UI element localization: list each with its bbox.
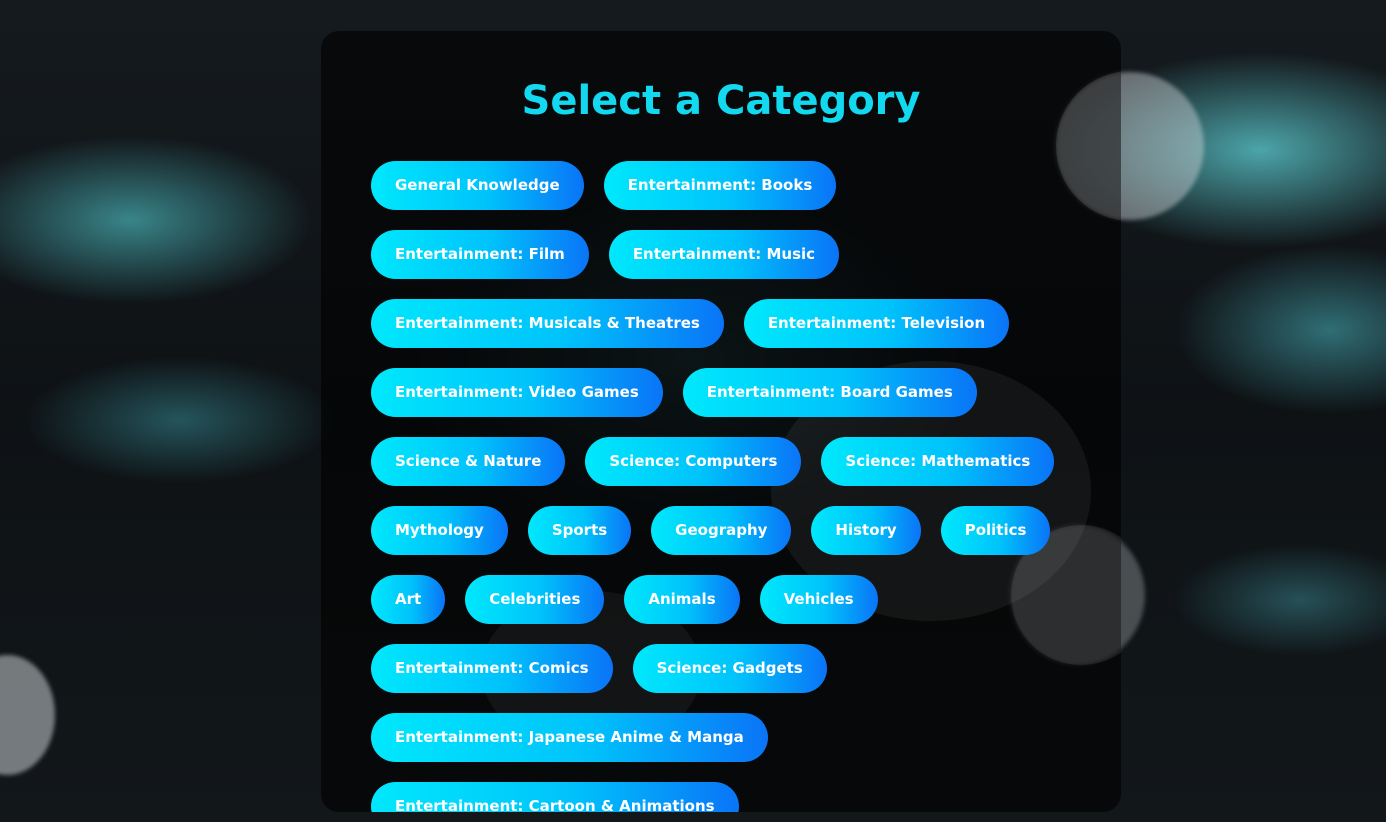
bokeh-light <box>0 655 55 775</box>
category-button-entertainment-board-games[interactable]: Entertainment: Board Games <box>682 368 977 417</box>
category-button-art[interactable]: Art <box>371 575 446 624</box>
category-button-entertainment-comics[interactable]: Entertainment: Comics <box>371 644 613 693</box>
category-button-entertainment-cartoon-animations[interactable]: Entertainment: Cartoon & Animations <box>371 782 739 812</box>
category-button-science-nature[interactable]: Science & Nature <box>371 437 566 486</box>
category-button-vehicles[interactable]: Vehicles <box>759 575 878 624</box>
page-title: Select a Category <box>521 78 921 124</box>
category-button-entertainment-video-games[interactable]: Entertainment: Video Games <box>371 368 663 417</box>
category-button-entertainment-japanese-anime-manga[interactable]: Entertainment: Japanese Anime & Manga <box>371 713 768 762</box>
category-button-geography[interactable]: Geography <box>651 506 792 555</box>
category-button-celebrities[interactable]: Celebrities <box>465 575 605 624</box>
category-card: Select a Category General Knowledge Ente… <box>321 31 1121 812</box>
category-button-mythology[interactable]: Mythology <box>371 506 508 555</box>
category-button-entertainment-books[interactable]: Entertainment: Books <box>603 161 837 210</box>
category-button-politics[interactable]: Politics <box>940 506 1051 555</box>
category-button-sports[interactable]: Sports <box>527 506 632 555</box>
category-button-entertainment-film[interactable]: Entertainment: Film <box>371 230 589 279</box>
category-button-science-computers[interactable]: Science: Computers <box>585 437 802 486</box>
category-button-animals[interactable]: Animals <box>624 575 740 624</box>
category-button-entertainment-music[interactable]: Entertainment: Music <box>608 230 840 279</box>
category-button-entertainment-television[interactable]: Entertainment: Television <box>743 299 1010 348</box>
category-button-general-knowledge[interactable]: General Knowledge <box>371 161 584 210</box>
category-button-science-mathematics[interactable]: Science: Mathematics <box>821 437 1055 486</box>
category-button-science-gadgets[interactable]: Science: Gadgets <box>632 644 827 693</box>
category-button-entertainment-musicals-theatres[interactable]: Entertainment: Musicals & Theatres <box>371 299 724 348</box>
category-button-history[interactable]: History <box>811 506 921 555</box>
category-list: General Knowledge Entertainment: Books E… <box>371 161 1071 812</box>
